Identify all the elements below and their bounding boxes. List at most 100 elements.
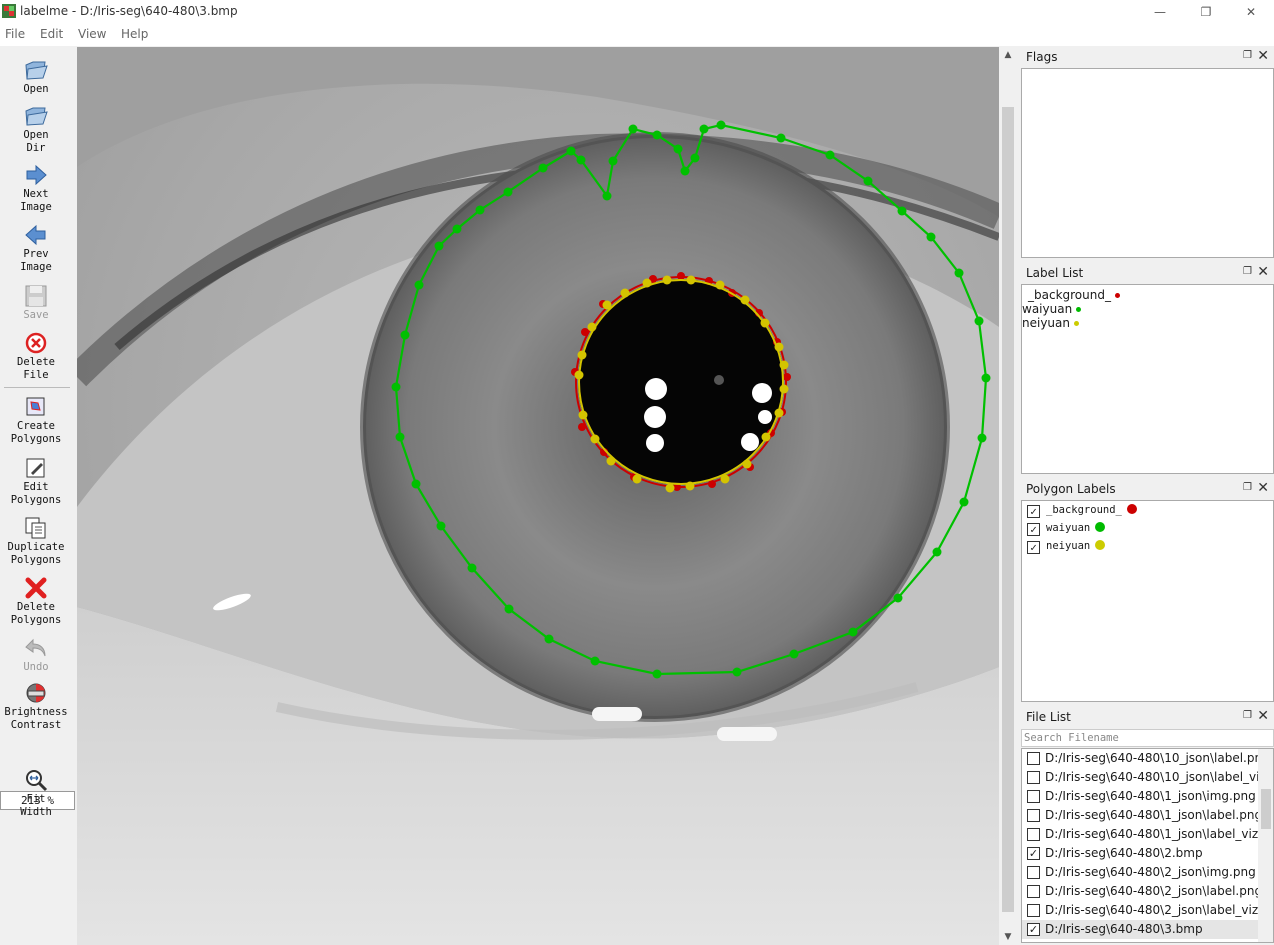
checkbox-unchecked-icon[interactable] [1027, 866, 1040, 879]
color-dot-icon [1126, 504, 1137, 514]
label-list-item[interactable]: neiyuan [1022, 316, 1273, 330]
menu-view[interactable]: View [78, 27, 106, 41]
color-dot-icon [1074, 321, 1079, 326]
file-list-title: File List [1026, 710, 1071, 724]
close-icon[interactable]: ✕ [1257, 480, 1269, 496]
checkbox-checked-icon[interactable]: ✓ [1027, 923, 1040, 936]
red-x-icon [25, 577, 47, 599]
delete-file-button[interactable]: Delete File [0, 330, 72, 382]
next-image-button[interactable]: Next Image [0, 162, 72, 214]
checkbox-unchecked-icon[interactable] [1027, 809, 1040, 822]
file-list-scrollbar[interactable] [1258, 749, 1273, 942]
menu-file[interactable]: File [5, 27, 25, 41]
scroll-thumb[interactable] [1261, 789, 1271, 829]
checkbox-checked-icon[interactable]: ✓ [1027, 847, 1040, 860]
file-list[interactable]: D:/Iris-seg\640-480\10_json\label.png D:… [1021, 748, 1274, 943]
label-list-item[interactable]: waiyuan [1022, 302, 1273, 316]
checkbox-unchecked-icon[interactable] [1027, 828, 1040, 841]
polygon-label-row[interactable]: ✓ _background_ [1022, 502, 1273, 520]
close-icon: ✕ [1245, 5, 1257, 19]
flags-dock: Flags ❐ ✕ [1021, 47, 1274, 258]
brightness-contrast-icon [26, 683, 46, 703]
restore-icon: ❐ [1200, 5, 1212, 19]
color-dot-icon [1095, 522, 1106, 532]
fit-width-button[interactable]: Fit Width [0, 767, 72, 819]
arrow-right-icon [26, 164, 47, 186]
restore-button[interactable]: ❐ [1183, 0, 1229, 24]
polygon-labels-title: Polygon Labels [1026, 482, 1116, 496]
checkbox-checked-icon[interactable]: ✓ [1027, 523, 1040, 536]
close-icon[interactable]: ✕ [1257, 708, 1269, 724]
color-dot-icon [1076, 307, 1082, 312]
polygon-labels-dock: Polygon Labels ❐ ✕ ✓ _background_ ✓ waiy… [1021, 479, 1274, 702]
file-list-dock: File List ❐ ✕ [1021, 707, 1274, 728]
scroll-down-icon[interactable]: ▼ [999, 929, 1017, 945]
label-list-title: Label List [1026, 266, 1084, 280]
float-icon[interactable]: ❐ [1243, 482, 1252, 493]
checkbox-unchecked-icon[interactable] [1027, 771, 1040, 784]
duplicate-polygons-button[interactable]: Duplicate Polygons [0, 515, 72, 567]
folder-open-icon [25, 61, 48, 80]
search-filename-input[interactable]: Search Filename [1021, 729, 1274, 747]
label-list-dock: Label List ❐ ✕ _background_ waiyuan neiy… [1021, 263, 1274, 474]
float-icon[interactable]: ❐ [1243, 266, 1252, 277]
scroll-thumb[interactable] [1002, 107, 1014, 912]
label-list[interactable]: _background_ waiyuan neiyuan [1021, 284, 1274, 474]
file-list-item[interactable]: D:/Iris-seg\640-480\10_json\label.png [1022, 749, 1273, 768]
float-icon[interactable]: ❐ [1243, 50, 1252, 61]
flags-list[interactable] [1021, 68, 1274, 258]
prev-image-button[interactable]: Prev Image [0, 222, 72, 274]
file-list-item[interactable]: D:/Iris-seg\640-480\1_json\label.png [1022, 806, 1273, 825]
image-canvas[interactable] [77, 47, 999, 945]
canvas-vertical-scrollbar[interactable]: ▲ ▼ [999, 47, 1017, 945]
close-window-button[interactable]: ✕ [1228, 0, 1274, 24]
minimize-button[interactable]: — [1137, 0, 1183, 24]
menu-help[interactable]: Help [121, 27, 148, 41]
close-icon[interactable]: ✕ [1257, 48, 1269, 64]
file-list-item[interactable]: D:/Iris-seg\640-480\1_json\img.png [1022, 787, 1273, 806]
toolbar-separator [4, 387, 70, 388]
float-icon[interactable]: ❐ [1243, 710, 1252, 721]
title-bar: labelme - D:/Iris-seg\640-480\3.bmp — ❐ … [0, 0, 1274, 24]
color-dot-icon [1095, 540, 1106, 550]
create-polygons-button[interactable]: Create Polygons [0, 394, 72, 446]
file-list-item[interactable]: D:/Iris-seg\640-480\10_json\label_viz.pn… [1022, 768, 1273, 787]
brightness-contrast-button[interactable]: Brightness Contrast [0, 680, 72, 732]
create-polygon-icon [26, 397, 45, 416]
checkbox-checked-icon[interactable]: ✓ [1027, 505, 1040, 518]
scroll-up-icon[interactable]: ▲ [999, 47, 1017, 63]
arrow-left-icon [25, 224, 46, 246]
file-list-item[interactable]: ✓ D:/Iris-seg\640-480\2.bmp [1022, 844, 1273, 863]
polygon-label-row[interactable]: ✓ waiyuan [1022, 520, 1273, 538]
color-dot-icon [1114, 293, 1120, 298]
polygon-labels-list[interactable]: ✓ _background_ ✓ waiyuan ✓ neiyuan [1021, 500, 1274, 702]
file-list-item[interactable]: D:/Iris-seg\640-480\1_json\label_viz.png [1022, 825, 1273, 844]
delete-polygons-button[interactable]: Delete Polygons [0, 575, 72, 627]
tool-bar: Open Open Dir Next Image Prev Image Save… [0, 47, 75, 945]
menu-edit[interactable]: Edit [40, 27, 63, 41]
labelme-app-icon [2, 4, 16, 18]
checkbox-unchecked-icon[interactable] [1027, 904, 1040, 917]
menu-bar: File Edit View Help [0, 24, 1274, 46]
label-list-item[interactable]: _background_ [1022, 288, 1273, 302]
file-list-item[interactable]: D:/Iris-seg\640-480\2_json\img.png [1022, 863, 1273, 882]
file-list-item-selected[interactable]: ✓ D:/Iris-seg\640-480\3.bmp [1022, 920, 1273, 939]
checkbox-unchecked-icon[interactable] [1027, 752, 1040, 765]
checkbox-unchecked-icon[interactable] [1027, 790, 1040, 803]
minimize-icon: — [1154, 5, 1166, 19]
undo-button[interactable]: Undo [0, 635, 72, 674]
checkbox-checked-icon[interactable]: ✓ [1027, 541, 1040, 554]
delete-circle-icon [25, 332, 47, 354]
save-button[interactable]: Save [0, 283, 72, 322]
open-dir-button[interactable]: Open Dir [0, 103, 72, 155]
checkbox-unchecked-icon[interactable] [1027, 885, 1040, 898]
folder-open-icon [25, 107, 48, 126]
edit-polygons-button[interactable]: Edit Polygons [0, 455, 72, 507]
file-list-item[interactable]: D:/Iris-seg\640-480\2_json\label.png [1022, 882, 1273, 901]
floppy-disk-icon [25, 285, 47, 307]
polygon-label-row[interactable]: ✓ neiyuan [1022, 538, 1273, 556]
eye-image [77, 47, 999, 945]
file-list-item[interactable]: D:/Iris-seg\640-480\2_json\label_viz.png [1022, 901, 1273, 920]
close-icon[interactable]: ✕ [1257, 264, 1269, 280]
open-button[interactable]: Open [0, 57, 72, 96]
